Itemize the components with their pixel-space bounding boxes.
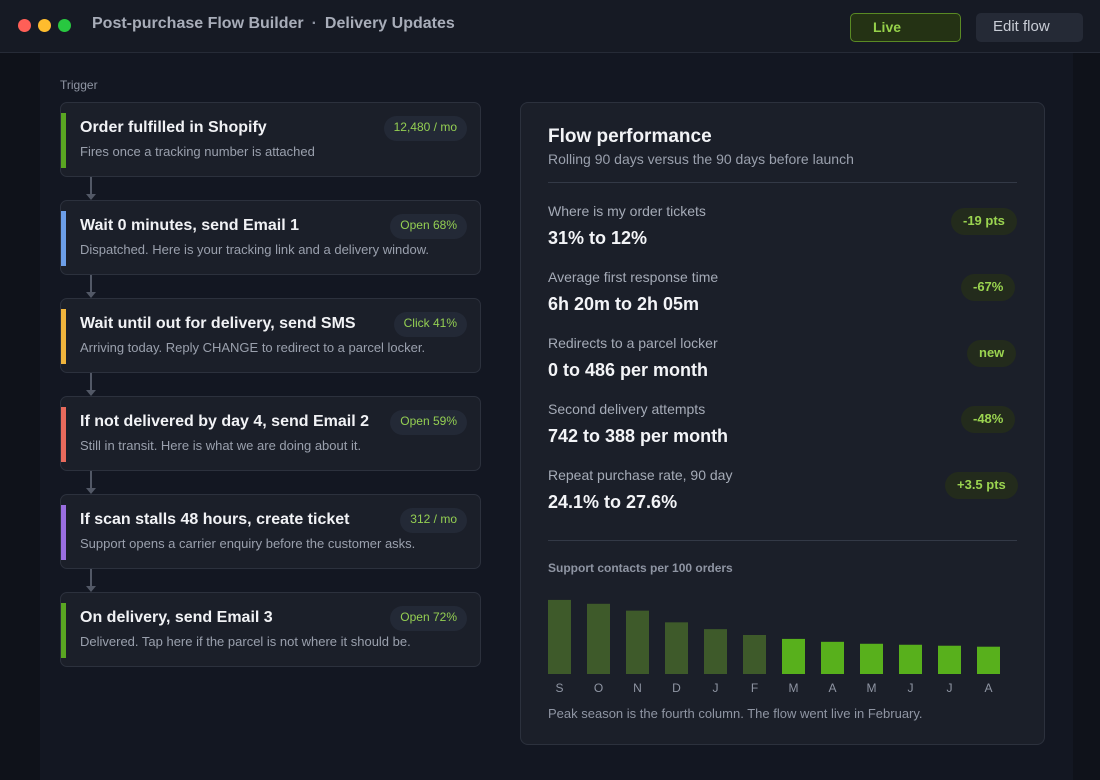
app-name: Post-purchase Flow Builder — [92, 15, 304, 32]
chart-bar — [626, 610, 649, 674]
metric-label: Second delivery attempts — [548, 401, 706, 417]
step-badge: Click 41% — [393, 312, 467, 337]
chart-bar — [860, 643, 883, 674]
edit-flow-button[interactable]: Edit flow — [976, 13, 1083, 42]
step-accent-bar — [61, 603, 66, 658]
flow-step-email-2[interactable]: If not delivered by day 4, send Email 2 … — [60, 396, 481, 471]
step-connector — [90, 373, 92, 391]
chart-tick-label: N — [633, 681, 642, 695]
panel-title: Flow performance — [548, 126, 712, 147]
panel-divider — [548, 182, 1017, 183]
metric-value: 31% to 12% — [548, 228, 648, 248]
chart-bar — [743, 635, 766, 674]
support-contacts-chart: SONDJFMAMJJA — [548, 599, 1000, 695]
chart-bar — [665, 622, 688, 674]
chart-tick-label: A — [984, 681, 992, 695]
chart-tick-label: M — [867, 681, 877, 695]
step-accent-bar — [61, 407, 66, 462]
flow-step-email-3[interactable]: On delivery, send Email 3 Delivered. Tap… — [60, 592, 481, 667]
step-badge: Open 72% — [390, 606, 467, 631]
trigger-label: Trigger — [60, 78, 98, 92]
panel-subtitle: Rolling 90 days versus the 90 days befor… — [548, 151, 854, 167]
metric-label: Where is my order tickets — [548, 203, 706, 219]
step-badge: Open 68% — [390, 214, 467, 239]
metric-value: 742 to 388 per month — [548, 426, 729, 446]
chart-bar — [782, 638, 805, 674]
step-title: On delivery, send Email 3 — [80, 609, 273, 626]
close-window-button[interactable] — [18, 19, 31, 32]
chart-bar — [977, 646, 1000, 674]
chart-bar — [587, 603, 610, 674]
chart-bar — [938, 645, 961, 674]
flow-step-trigger[interactable]: Order fulfilled in Shopify Fires once a … — [60, 102, 481, 177]
step-accent-bar — [61, 309, 66, 364]
step-connector — [90, 275, 92, 293]
step-title: Order fulfilled in Shopify — [80, 119, 267, 136]
flow-step-email-1[interactable]: Wait 0 minutes, send Email 1 Dispatched.… — [60, 200, 481, 275]
chart-tick-label: J — [713, 681, 719, 695]
window-titlebar: Post-purchase Flow Builder · Delivery Upda… — [0, 0, 1100, 53]
chart-bar — [704, 629, 727, 674]
chart-bar — [548, 599, 571, 674]
step-accent-bar — [61, 211, 66, 266]
step-subtitle: Fires once a tracking number is attached — [80, 144, 315, 159]
window-title: Post-purchase Flow Builder · Delivery Upda… — [92, 15, 455, 33]
step-title: If not delivered by day 4, send Email 2 — [80, 413, 369, 430]
chart-bar — [821, 641, 844, 674]
step-subtitle: Dispatched. Here is your tracking link a… — [80, 242, 430, 257]
step-subtitle: Delivered. Tap here if the parcel is not… — [80, 634, 411, 649]
step-accent-bar — [61, 505, 66, 560]
chart-tick-label: J — [908, 681, 914, 695]
chart-tick-label: F — [751, 681, 758, 695]
maximize-window-button[interactable] — [58, 19, 71, 32]
metric-value: 0 to 486 per month — [548, 360, 709, 380]
metric-value: 6h 20m to 2h 05m — [548, 294, 700, 314]
panel-divider — [548, 540, 1017, 541]
chart-title: Support contacts per 100 orders — [548, 561, 733, 575]
chart-tick-label: A — [828, 681, 836, 695]
step-accent-bar — [61, 113, 66, 168]
live-status-button[interactable]: Live — [850, 13, 961, 42]
metric-change-badge: new — [967, 340, 1017, 367]
flow-name: Delivery Updates — [324, 15, 455, 32]
chart-note: Peak season is the fourth column. The fl… — [548, 706, 923, 721]
step-subtitle: Support opens a carrier enquiry before t… — [80, 536, 416, 551]
step-title: Wait until out for delivery, send SMS — [80, 315, 356, 332]
chart-tick-label: D — [672, 681, 681, 695]
chart-tick-label: S — [555, 681, 563, 695]
chart-tick-label: J — [947, 681, 953, 695]
metric-label: Average first response time — [548, 269, 719, 285]
metric-change-badge: -67% — [961, 274, 1016, 301]
step-connector — [90, 177, 92, 195]
flow-step-sms[interactable]: Wait until out for delivery, send SMS Ar… — [60, 298, 481, 373]
step-connector — [90, 471, 92, 489]
step-title: If scan stalls 48 hours, create ticket — [80, 511, 350, 528]
step-title: Wait 0 minutes, send Email 1 — [80, 217, 300, 234]
flow-step-ticket[interactable]: If scan stalls 48 hours, create ticket S… — [60, 494, 481, 569]
step-badge: 12,480 / mo — [383, 116, 467, 141]
chart-tick-label: M — [789, 681, 799, 695]
metric-change-badge: +3.5 pts — [945, 472, 1018, 499]
chart-bar — [899, 644, 922, 674]
metric-label: Repeat purchase rate, 90 day — [548, 467, 733, 483]
step-badge: Open 59% — [390, 410, 467, 435]
title-separator: · — [311, 15, 317, 32]
metric-change-badge: -48% — [961, 406, 1016, 433]
step-badge: 312 / mo — [400, 508, 467, 533]
minimize-window-button[interactable] — [38, 19, 51, 32]
step-subtitle: Still in transit. Here is what we are do… — [80, 438, 362, 453]
step-subtitle: Arriving today. Reply CHANGE to redirect… — [80, 340, 426, 355]
step-connector — [90, 569, 92, 587]
metric-label: Redirects to a parcel locker — [548, 335, 718, 351]
metric-value: 24.1% to 27.6% — [548, 492, 678, 512]
metric-change-badge: -19 pts — [951, 208, 1017, 235]
chart-tick-label: O — [594, 681, 603, 695]
